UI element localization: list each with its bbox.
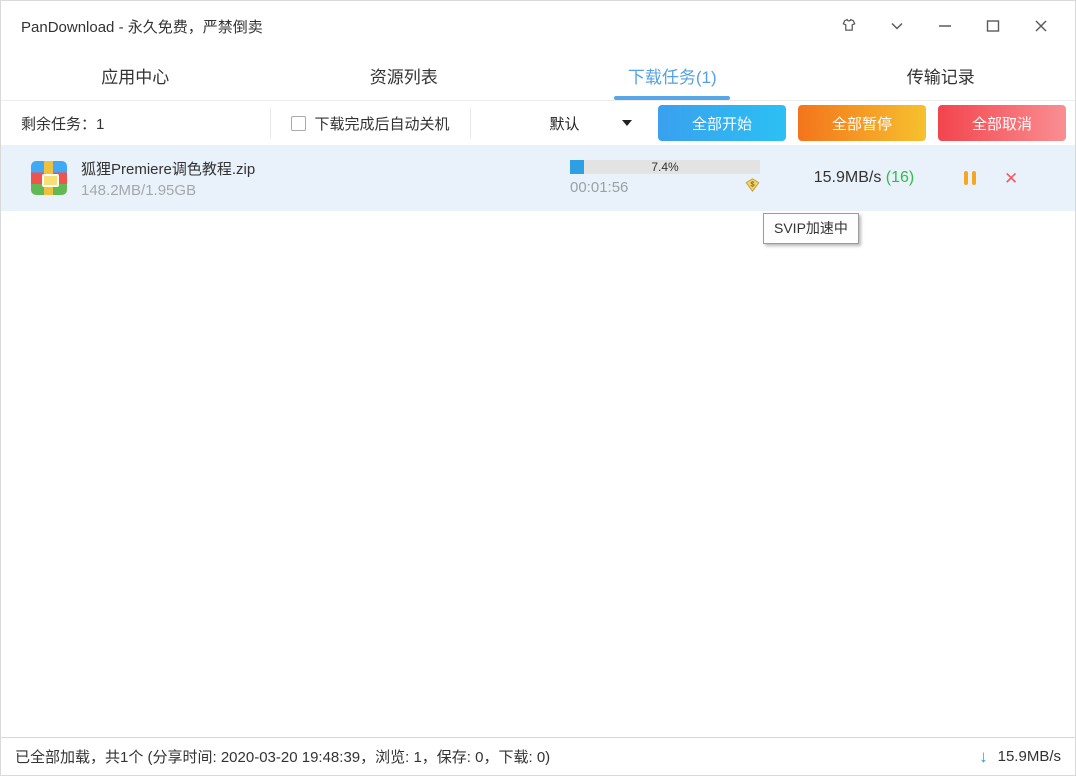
window-title: PanDownload - 永久免费，严禁倒卖 — [1, 16, 263, 37]
progress-section: 7.4% 00:01:56 $ — [570, 160, 760, 197]
category-dropdown-value: 默认 — [549, 113, 579, 134]
minimize-icon — [937, 18, 953, 34]
batch-action-buttons: 全部开始 全部暂停 全部取消 — [658, 105, 1066, 141]
cancel-icon: ✕ — [1004, 169, 1018, 188]
pause-icon — [972, 171, 976, 185]
winrar-archive-icon — [31, 161, 67, 195]
pause-all-button[interactable]: 全部暂停 — [798, 105, 926, 141]
auto-shutdown-label: 下载完成后自动关机 — [314, 113, 449, 134]
tab-bar: 应用中心 资源列表 下载任务(1) 传输记录 — [1, 51, 1075, 101]
start-all-button[interactable]: 全部开始 — [658, 105, 786, 141]
pause-task-button[interactable] — [964, 171, 976, 185]
tab-app-center[interactable]: 应用中心 — [1, 51, 270, 100]
file-name: 狐狸Premiere调色教程.zip — [81, 158, 570, 179]
maximize-button[interactable] — [969, 8, 1017, 44]
svip-tooltip: SVIP加速中 — [763, 213, 859, 244]
tab-label: 资源列表 — [370, 63, 438, 88]
file-info: 狐狸Premiere调色教程.zip 148.2MB/1.95GB — [81, 158, 570, 199]
speed-value: 15.9MB/s — [814, 169, 882, 186]
window-controls — [825, 8, 1075, 44]
task-toolbar: 剩余任务：1 下载完成后自动关机 默认 全部开始 全部暂停 全部取消 — [1, 101, 1075, 145]
skin-icon — [840, 17, 858, 35]
speed-display: 15.9MB/s (16) — [800, 169, 928, 187]
progress-percent: 7.4% — [570, 160, 760, 174]
close-icon — [1033, 18, 1049, 34]
skin-button[interactable] — [825, 8, 873, 44]
cancel-task-button[interactable]: ✕ — [1004, 170, 1018, 187]
tab-download-tasks[interactable]: 下载任务(1) — [538, 51, 807, 100]
status-summary: 已全部加载，共1个 (分享时间: 2020-03-20 19:48:39，浏览:… — [15, 746, 550, 767]
maximize-icon — [985, 18, 1001, 34]
global-speed: ↓ 15.9MB/s — [979, 748, 1061, 765]
app-window: PanDownload - 永久免费，严禁倒卖 — [0, 0, 1076, 776]
connection-count: (16) — [886, 169, 914, 186]
svip-gem-icon[interactable]: $ — [745, 178, 760, 197]
global-speed-value: 15.9MB/s — [998, 748, 1061, 765]
progress-subrow: 00:01:56 $ — [570, 178, 760, 197]
tab-transfer-history[interactable]: 传输记录 — [807, 51, 1076, 100]
title-bar: PanDownload - 永久免费，严禁倒卖 — [1, 1, 1075, 51]
task-list-area — [1, 211, 1075, 737]
chevron-down-icon — [889, 18, 905, 34]
download-arrow-icon: ↓ — [979, 748, 988, 765]
category-dropdown[interactable]: 默认 — [471, 108, 658, 138]
progress-bar: 7.4% — [570, 160, 760, 174]
cancel-all-button[interactable]: 全部取消 — [938, 105, 1066, 141]
file-size-progress: 148.2MB/1.95GB — [81, 182, 570, 199]
minimize-button[interactable] — [921, 8, 969, 44]
elapsed-time: 00:01:56 — [570, 179, 628, 196]
auto-shutdown-checkbox[interactable] — [291, 116, 306, 131]
tab-label: 传输记录 — [907, 63, 975, 88]
close-button[interactable] — [1017, 8, 1065, 44]
pause-icon — [964, 171, 968, 185]
dropdown-menu-button[interactable] — [873, 8, 921, 44]
caret-down-icon — [622, 120, 632, 126]
tab-resource-list[interactable]: 资源列表 — [270, 51, 539, 100]
download-task-row[interactable]: 狐狸Premiere调色教程.zip 148.2MB/1.95GB 7.4% 0… — [1, 145, 1075, 211]
tab-label: 下载任务(1) — [628, 63, 717, 88]
remaining-tasks-label: 剩余任务：1 — [1, 108, 271, 138]
status-bar: 已全部加载，共1个 (分享时间: 2020-03-20 19:48:39，浏览:… — [1, 737, 1075, 775]
tab-label: 应用中心 — [101, 63, 169, 88]
auto-shutdown-option[interactable]: 下载完成后自动关机 — [271, 108, 471, 138]
